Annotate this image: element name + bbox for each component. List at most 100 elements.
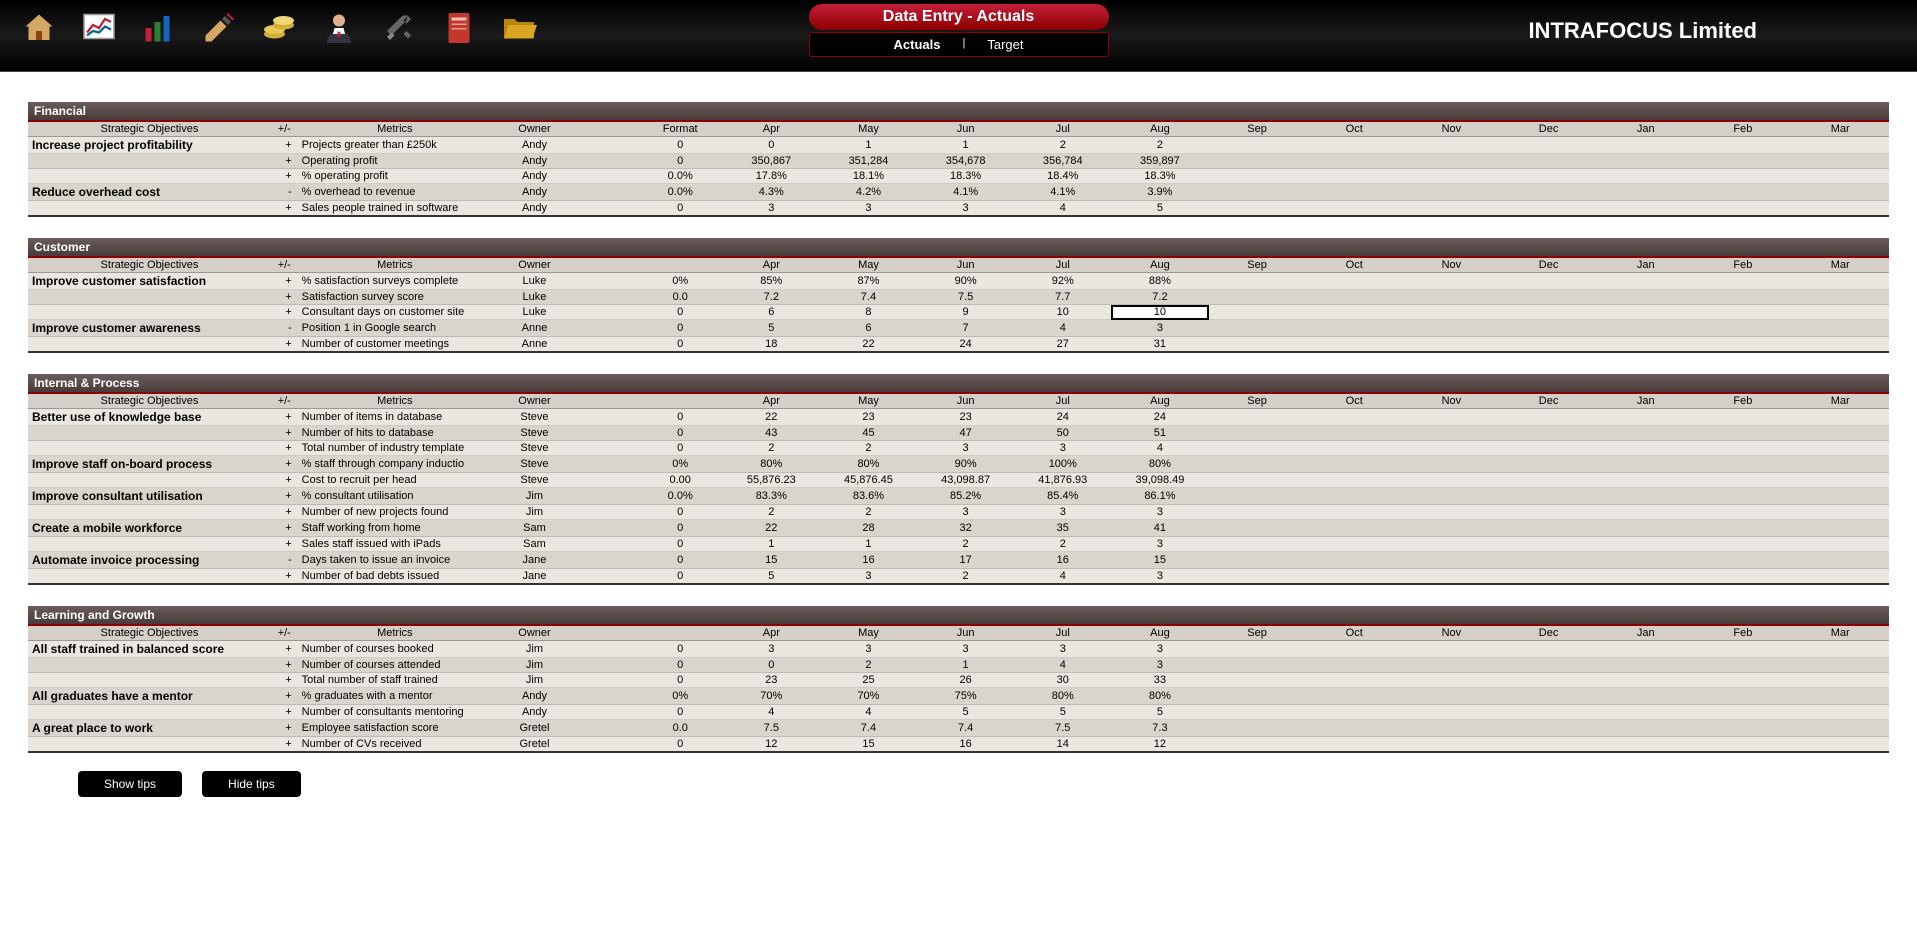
value-cell[interactable] [1403,290,1500,305]
value-cell[interactable] [1403,688,1500,705]
value-cell[interactable] [1209,409,1306,426]
value-cell[interactable]: 75% [917,688,1014,705]
person-icon[interactable] [318,8,360,48]
value-cell[interactable] [1209,552,1306,569]
value-cell[interactable]: 2 [723,505,820,520]
value-cell[interactable]: 359,897 [1111,154,1208,169]
value-cell[interactable]: 4.1% [917,184,1014,201]
value-cell[interactable]: 14 [1014,737,1111,753]
value-cell[interactable] [1791,273,1889,290]
value-cell[interactable]: 3 [820,569,917,585]
value-cell[interactable] [1597,737,1694,753]
value-cell[interactable]: 85.2% [917,488,1014,505]
value-cell[interactable] [1694,305,1791,320]
value-cell[interactable]: 30 [1014,673,1111,688]
value-cell[interactable] [1306,552,1403,569]
value-cell[interactable]: 4 [723,705,820,720]
value-cell[interactable] [1403,552,1500,569]
value-cell[interactable] [1791,737,1889,753]
value-cell[interactable] [1791,201,1889,217]
value-cell[interactable] [1306,641,1403,658]
value-cell[interactable]: 4 [1014,201,1111,217]
value-cell[interactable] [1209,154,1306,169]
value-cell[interactable] [1209,320,1306,337]
value-cell[interactable] [1209,641,1306,658]
value-cell[interactable]: 7.7 [1014,290,1111,305]
value-cell[interactable] [1209,184,1306,201]
value-cell[interactable] [1403,641,1500,658]
value-cell[interactable]: 4 [1014,658,1111,673]
value-cell[interactable]: 7.5 [1014,720,1111,737]
value-cell[interactable]: 7.4 [820,290,917,305]
value-cell[interactable] [1694,537,1791,552]
value-cell[interactable]: 70% [820,688,917,705]
value-cell[interactable] [1306,569,1403,585]
value-cell[interactable] [1694,290,1791,305]
value-cell[interactable] [1791,290,1889,305]
value-cell[interactable] [1209,488,1306,505]
value-cell[interactable]: 92% [1014,273,1111,290]
value-cell[interactable]: 16 [917,737,1014,753]
value-cell[interactable]: 51 [1111,426,1208,441]
value-cell[interactable]: 41,876.93 [1014,473,1111,488]
value-cell[interactable] [1403,320,1500,337]
report-icon[interactable] [438,8,480,48]
value-cell[interactable] [1694,641,1791,658]
value-cell[interactable] [1209,426,1306,441]
value-cell[interactable] [1597,184,1694,201]
value-cell[interactable] [1500,154,1597,169]
value-cell[interactable] [1403,169,1500,184]
value-cell[interactable]: 356,784 [1014,154,1111,169]
value-cell[interactable]: 2 [1111,137,1208,154]
value-cell[interactable]: 17 [917,552,1014,569]
value-cell[interactable]: 4 [1111,441,1208,456]
value-cell[interactable]: 12 [723,737,820,753]
value-cell[interactable]: 28 [820,520,917,537]
value-cell[interactable] [1597,520,1694,537]
value-cell[interactable]: 18.1% [820,169,917,184]
value-cell[interactable]: 3 [723,641,820,658]
value-cell[interactable] [1597,505,1694,520]
value-cell[interactable] [1306,441,1403,456]
value-cell[interactable] [1791,705,1889,720]
value-cell[interactable] [1209,137,1306,154]
value-cell[interactable]: 43,098.87 [917,473,1014,488]
value-cell[interactable] [1403,154,1500,169]
value-cell[interactable] [1597,552,1694,569]
value-cell[interactable]: 2 [1014,537,1111,552]
value-cell[interactable] [1694,705,1791,720]
value-cell[interactable] [1209,720,1306,737]
value-cell[interactable] [1403,137,1500,154]
value-cell[interactable] [1306,737,1403,753]
value-cell[interactable] [1694,337,1791,353]
value-cell[interactable]: 83.6% [820,488,917,505]
value-cell[interactable]: 2 [1014,137,1111,154]
value-cell[interactable]: 4.2% [820,184,917,201]
folder-icon[interactable] [498,8,540,48]
value-cell[interactable]: 100% [1014,456,1111,473]
value-cell[interactable] [1694,137,1791,154]
value-cell[interactable] [1597,673,1694,688]
value-cell[interactable]: 1 [820,137,917,154]
value-cell[interactable] [1597,409,1694,426]
value-cell[interactable] [1306,673,1403,688]
value-cell[interactable] [1597,641,1694,658]
value-cell[interactable] [1791,320,1889,337]
value-cell[interactable] [1500,441,1597,456]
home-icon[interactable] [18,8,60,48]
value-cell[interactable] [1791,520,1889,537]
value-cell[interactable] [1791,473,1889,488]
value-cell[interactable] [1306,184,1403,201]
value-cell[interactable] [1306,658,1403,673]
value-cell[interactable] [1694,658,1791,673]
value-cell[interactable] [1500,473,1597,488]
value-cell[interactable] [1306,137,1403,154]
value-cell[interactable] [1500,184,1597,201]
value-cell[interactable]: 2 [917,537,1014,552]
value-cell[interactable] [1597,154,1694,169]
value-cell[interactable]: 3 [820,641,917,658]
value-cell[interactable] [1597,320,1694,337]
value-cell[interactable]: 16 [820,552,917,569]
value-cell[interactable]: 85.4% [1014,488,1111,505]
value-cell[interactable] [1209,473,1306,488]
